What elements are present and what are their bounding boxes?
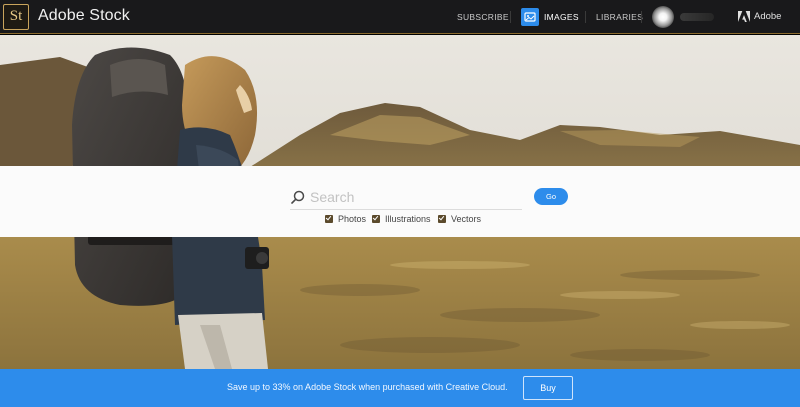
adobe-link[interactable]: Adobe xyxy=(754,11,781,22)
filter-label: Illustrations xyxy=(385,214,431,224)
checkbox-icon[interactable] xyxy=(372,215,380,223)
checkbox-icon[interactable] xyxy=(325,215,333,223)
nav-libraries-link[interactable]: LIBRARIES xyxy=(596,12,643,22)
hero-image: Go Photos Illustrations Vectors xyxy=(0,35,800,369)
brand-title[interactable]: Adobe Stock xyxy=(38,7,130,25)
filter-label: Photos xyxy=(338,214,367,224)
adobe-stock-logo-icon[interactable]: St xyxy=(3,4,29,30)
promo-text: Save up to 33% on Adobe Stock when purch… xyxy=(227,382,508,392)
top-navigation-bar: St Adobe Stock SUBSCRIBE IMAGES LIBRARIE… xyxy=(0,0,800,34)
checkbox-icon[interactable] xyxy=(438,215,446,223)
nav-divider xyxy=(585,11,586,23)
nav-images-link[interactable]: IMAGES xyxy=(544,12,579,22)
search-underline xyxy=(290,209,522,210)
nav-subscribe-link[interactable]: SUBSCRIBE xyxy=(457,12,509,22)
adobe-logo-icon[interactable] xyxy=(738,11,750,22)
promo-banner: Save up to 33% on Adobe Stock when purch… xyxy=(0,369,800,407)
images-icon[interactable] xyxy=(521,8,539,26)
search-input[interactable] xyxy=(310,186,522,208)
user-avatar[interactable] xyxy=(652,6,674,28)
filter-vectors-checkbox[interactable]: Vectors xyxy=(438,214,481,224)
user-name-blurred[interactable] xyxy=(680,13,714,21)
nav-divider xyxy=(641,11,642,23)
filter-label: Vectors xyxy=(451,214,482,224)
buy-button[interactable]: Buy xyxy=(523,376,573,400)
search-panel: Go Photos Illustrations Vectors xyxy=(0,166,800,237)
search-icon xyxy=(291,190,305,204)
go-button[interactable]: Go xyxy=(534,188,568,205)
filter-illustrations-checkbox[interactable]: Illustrations xyxy=(372,214,431,224)
nav-divider xyxy=(510,11,511,23)
filter-photos-checkbox[interactable]: Photos xyxy=(325,214,366,224)
